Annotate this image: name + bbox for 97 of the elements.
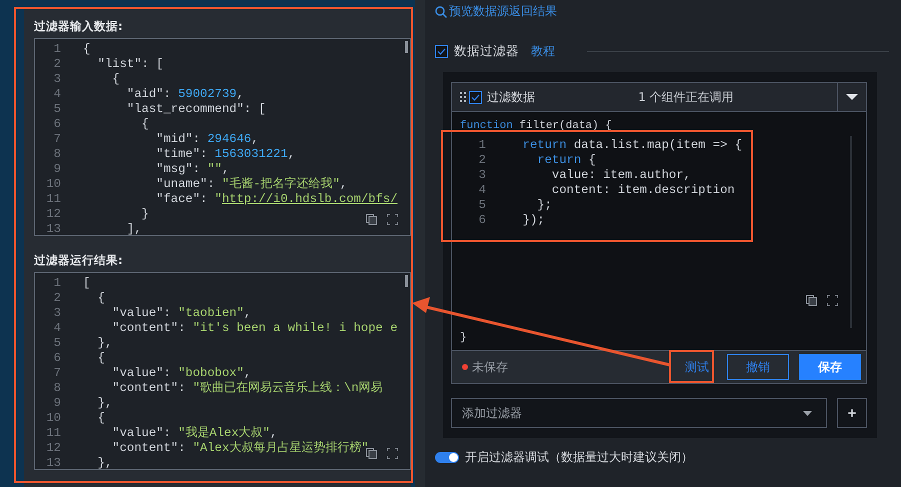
code-line: "content": "it's been a while! i hope e bbox=[111, 321, 398, 336]
line-number: 7 bbox=[52, 132, 62, 147]
line-number: 5 bbox=[52, 336, 62, 351]
code-line: "content": "Alex大叔每月占星运势排行榜" bbox=[111, 441, 369, 456]
line-number: 6 bbox=[52, 351, 62, 366]
line-number: 10 bbox=[45, 411, 62, 426]
code-line: "mid": 294646, bbox=[155, 132, 259, 147]
preview-link[interactable]: 预览数据源返回结果 bbox=[435, 3, 901, 20]
checkbox[interactable] bbox=[469, 90, 482, 104]
code-line: return data.list.map(item => { bbox=[522, 138, 742, 153]
line-number: 6 bbox=[478, 213, 487, 228]
code-line: "list": [ bbox=[96, 57, 164, 72]
line-number: 3 bbox=[52, 306, 62, 321]
copy-icon[interactable] bbox=[806, 295, 817, 306]
line-number: 2 bbox=[52, 57, 62, 72]
checkbox[interactable] bbox=[435, 45, 448, 58]
code-line: { bbox=[96, 291, 105, 306]
line-number: 11 bbox=[45, 426, 62, 441]
line-number: 6 bbox=[52, 117, 62, 132]
line-number: 1 bbox=[478, 138, 487, 153]
filter-name: 过滤数据 bbox=[487, 88, 535, 106]
code-editor[interactable]: 1 { 2 "list": [ 3 { 4 "aid": 59002739, 5 "last_recommend": [ 6 { 7 "mid": 294646, 8 "time": 1563031221, 9 "msg": "", 10 "uname": "毛酱-把名字还给我", 11 "face": "http://i0.hdslb.com/bfs/ 12 } 13 ], bbox=[34, 38, 411, 236]
data-filter-label: 数据过滤器 bbox=[454, 43, 519, 60]
code-line: { bbox=[140, 117, 149, 132]
save-button[interactable]: 保存 bbox=[799, 354, 861, 380]
fullscreen-icon[interactable] bbox=[387, 214, 398, 225]
code-line: "time": 1563031221, bbox=[155, 147, 296, 162]
code-line: }); bbox=[522, 213, 545, 228]
code-line: value: item.author, bbox=[550, 168, 691, 183]
code-line: "value": "taobien", bbox=[111, 306, 252, 321]
code-line: "value": "bobobox", bbox=[111, 366, 252, 381]
code-line: [ bbox=[83, 276, 90, 291]
code-line: "uname": "毛酱-把名字还给我", bbox=[155, 177, 348, 192]
usage-count: 1 个组件正在调用 bbox=[637, 88, 735, 106]
code-editor[interactable] bbox=[34, 272, 411, 470]
code-line: } bbox=[140, 207, 149, 222]
code-line: } bbox=[460, 332, 468, 344]
tutorial-link[interactable]: 教程 bbox=[531, 43, 555, 60]
highlight-frame bbox=[669, 350, 714, 383]
line-number: 3 bbox=[478, 168, 487, 183]
test-button[interactable]: 测试 bbox=[677, 354, 717, 380]
panel-title: 过滤器运行结果: bbox=[34, 252, 124, 268]
add-filter-button[interactable]: + bbox=[837, 398, 867, 428]
fullscreen-icon[interactable] bbox=[827, 295, 838, 306]
code-line: { bbox=[83, 42, 90, 57]
line-number: 5 bbox=[52, 102, 62, 117]
line-number: 2 bbox=[52, 291, 62, 306]
copy-icon[interactable] bbox=[366, 448, 377, 459]
code-line: content: item.description bbox=[550, 183, 735, 198]
line-number: 12 bbox=[45, 207, 62, 222]
line-number: 2 bbox=[478, 153, 487, 168]
line-number: 9 bbox=[52, 162, 62, 177]
line-number: 1 bbox=[52, 42, 62, 57]
code-editor[interactable]: 1 return data.list.map(item => { 2 return { 3 value: item.author, 4 content: item.description 5 }; 6 }); bbox=[460, 136, 852, 328]
line-number: 7 bbox=[52, 366, 62, 381]
code-line: }, bbox=[96, 396, 112, 411]
line-number: 9 bbox=[52, 396, 62, 411]
code-line: function filter(data) { bbox=[460, 120, 613, 132]
code-line: { bbox=[96, 411, 105, 426]
debug-toggle-label: 开启过滤器调试（数据量过大时建议关闭） bbox=[465, 449, 693, 466]
code-line: }, bbox=[96, 336, 112, 351]
code-line: "face": "http://i0.hdslb.com/bfs/ bbox=[155, 192, 398, 207]
dropdown-caret-icon bbox=[803, 410, 812, 416]
copy-icon[interactable] bbox=[366, 214, 377, 225]
code-line: }, bbox=[96, 456, 112, 469]
code-line: "msg": "", bbox=[155, 162, 230, 177]
line-number: 8 bbox=[52, 147, 62, 162]
line-number: 1 bbox=[52, 276, 62, 291]
line-number: 10 bbox=[45, 177, 62, 192]
code-line: { bbox=[96, 351, 105, 366]
toggle-switch[interactable] bbox=[435, 452, 459, 463]
line-number: 12 bbox=[45, 441, 62, 456]
panel-title: 过滤器输入数据: bbox=[34, 18, 124, 34]
code-line: }; bbox=[536, 198, 552, 213]
line-number: 8 bbox=[52, 381, 62, 396]
line-number: 13 bbox=[45, 456, 62, 469]
code-line: "value": "我是Alex大叔", bbox=[111, 426, 278, 441]
drag-handle-icon[interactable] bbox=[460, 92, 466, 102]
line-number: 3 bbox=[52, 72, 62, 87]
code-line: { bbox=[111, 72, 120, 87]
code-line: ], bbox=[126, 222, 142, 235]
undo-button[interactable]: 撤销 bbox=[727, 354, 789, 380]
code-line: "content": "歌曲已在网易云音乐上线：\n网易 bbox=[111, 381, 383, 396]
line-number: 5 bbox=[478, 198, 487, 213]
save-status: 未保存 bbox=[472, 358, 509, 376]
line-number: 4 bbox=[478, 183, 487, 198]
chevron-down-icon bbox=[846, 94, 858, 100]
add-filter-select[interactable]: 添加过滤器 bbox=[451, 398, 827, 428]
code-line: "last_recommend": [ bbox=[126, 102, 266, 117]
line-number: 4 bbox=[52, 87, 62, 102]
code-line: return { bbox=[536, 153, 596, 168]
code-line: "aid": 59002739, bbox=[126, 87, 244, 102]
line-number: 11 bbox=[45, 192, 62, 207]
fullscreen-icon[interactable] bbox=[387, 448, 398, 459]
line-number: 13 bbox=[45, 222, 62, 235]
search-icon bbox=[435, 6, 447, 18]
line-number: 4 bbox=[52, 321, 62, 336]
